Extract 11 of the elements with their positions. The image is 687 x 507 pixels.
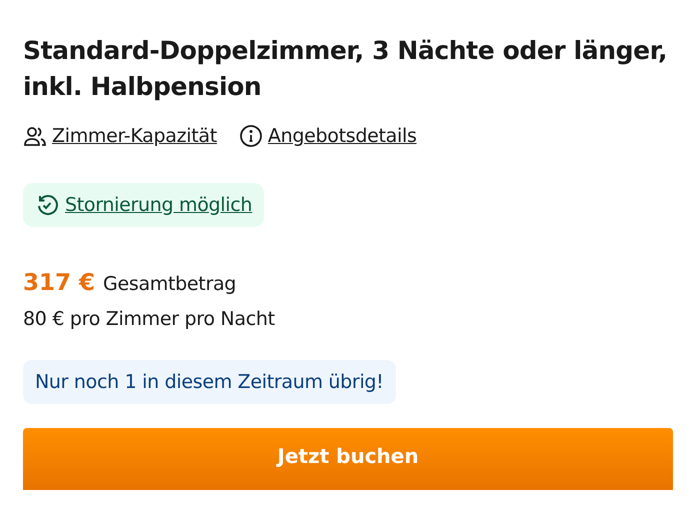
info-icon [238,124,263,148]
total-price: 317 € [23,270,96,296]
total-label: Gesamtbetrag [103,273,236,295]
room-link[interactable]: Angebotsdetails [238,124,417,148]
room-title: Standard-Doppelzimmer, 3 Nächte oder länger, inkl. Halbpension [23,35,668,103]
cancellation-link[interactable]: Stornierung möglich [65,194,252,216]
room-link[interactable]: Zimmer-Kapazität [23,124,217,148]
people-icon [23,124,47,148]
refresh-check-icon [35,193,59,217]
availability-notice: Nur noch 1 in diesem Zeitraum übrig! [23,360,396,404]
price-per-night: 80 € pro Zimmer pro Nacht [23,308,276,330]
